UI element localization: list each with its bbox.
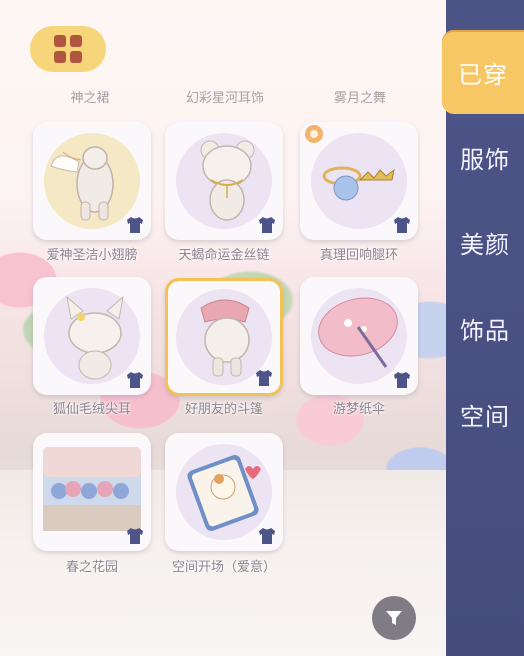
item-name: 天蝎命运金丝链 — [178, 248, 270, 263]
item-card-leg-ring[interactable] — [300, 122, 418, 240]
item-card-paper-umbrella[interactable] — [300, 277, 418, 395]
top-row-label-3: 雾月之舞 — [333, 91, 386, 106]
filter-icon — [386, 611, 402, 625]
item-name: 空间开场（爱意） — [171, 560, 276, 575]
tab-worn[interactable]: 已穿 — [442, 30, 524, 114]
item-name: 真理回响腿环 — [319, 248, 398, 263]
item-card-friend-cape[interactable] — [165, 278, 283, 396]
equipped-shirt-icon — [127, 372, 143, 388]
item-name: 好朋友的斗篷 — [184, 402, 263, 417]
tab-space[interactable]: 空间 — [446, 372, 524, 456]
item-card-angel-wings[interactable] — [33, 122, 151, 240]
item-card-fox-ears[interactable] — [33, 277, 151, 395]
equipped-shirt-icon — [259, 528, 275, 544]
grid-icon — [54, 35, 82, 63]
item-card-spring-garden[interactable] — [33, 433, 151, 551]
equipped-shirt-icon — [256, 370, 272, 386]
top-row-label-1: 神之裙 — [70, 91, 110, 106]
item-name: 狐仙毛绒尖耳 — [52, 402, 131, 417]
equipped-shirt-icon — [127, 217, 143, 233]
item-card-gold-chain[interactable] — [165, 122, 283, 240]
category-sidebar: 已穿 服饰 美颜 饰品 空间 — [442, 0, 524, 656]
top-row-label-2: 幻彩星河耳饰 — [185, 91, 264, 106]
grid-view-button[interactable] — [30, 26, 106, 72]
equipped-shirt-icon — [259, 217, 275, 233]
item-name: 游梦纸伞 — [332, 402, 385, 417]
equipped-shirt-icon — [127, 528, 143, 544]
tab-beauty[interactable]: 美颜 — [446, 200, 524, 284]
item-name: 春之花园 — [65, 560, 118, 575]
item-card-space-opening[interactable] — [165, 433, 283, 551]
tab-clothing[interactable]: 服饰 — [446, 115, 524, 199]
filter-button[interactable] — [372, 596, 416, 640]
equipped-shirt-icon — [394, 372, 410, 388]
tab-accessories[interactable]: 饰品 — [446, 286, 524, 370]
item-name: 爱神圣洁小翅膀 — [46, 248, 138, 263]
equipped-shirt-icon — [394, 217, 410, 233]
